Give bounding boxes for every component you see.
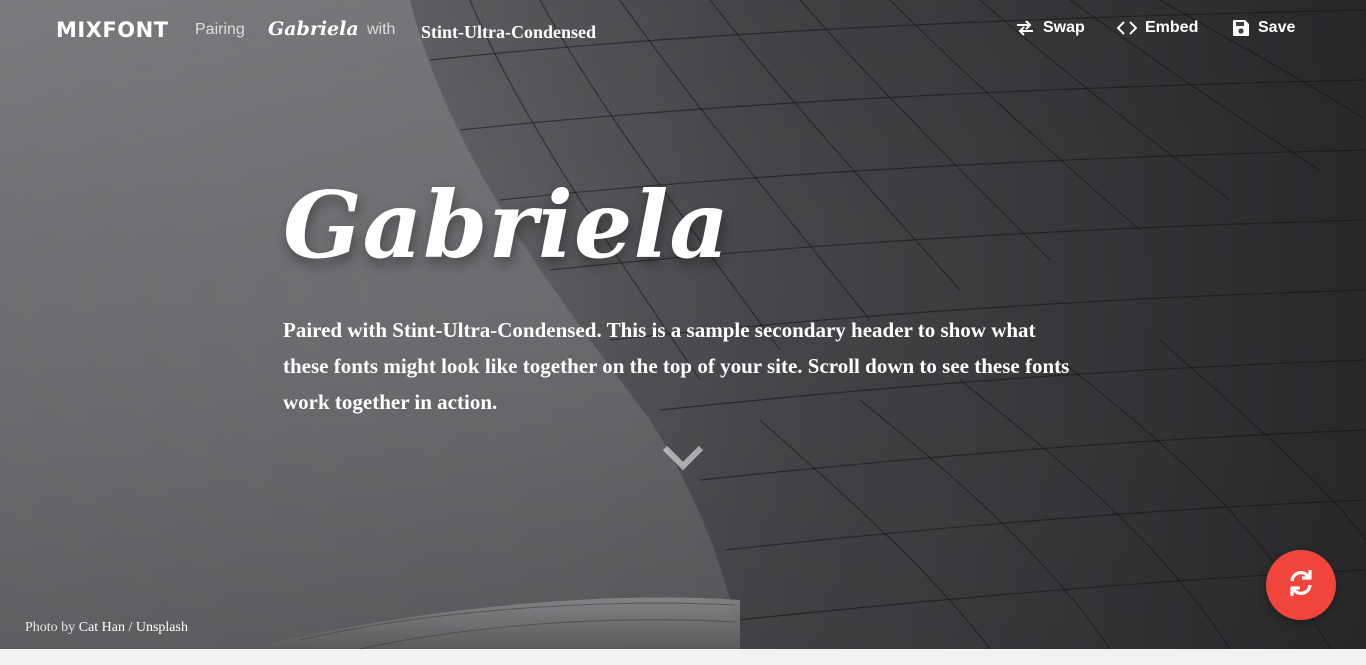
primary-font-selector[interactable]: Gabriela: [268, 18, 359, 40]
save-label: Save: [1258, 19, 1296, 36]
refresh-icon: [1284, 566, 1318, 605]
with-label: with: [367, 21, 396, 38]
swap-label: Swap: [1043, 19, 1085, 36]
top-navigation: MIXFONT Pairing Gabriela with Stint-Ultr…: [0, 0, 1366, 62]
photo-credit: Photo by Cat Han / Unsplash: [25, 620, 188, 636]
credit-separator: /: [128, 620, 133, 635]
code-brackets-icon: [1117, 20, 1137, 36]
brand-logo[interactable]: MIXFONT: [56, 18, 169, 42]
refresh-pairing-button[interactable]: [1266, 550, 1336, 620]
pairing-label: Pairing: [195, 21, 245, 38]
credit-prefix: Photo by: [25, 620, 76, 635]
chevron-down-icon[interactable]: [662, 444, 704, 477]
swap-arrows-icon: [1015, 19, 1035, 37]
hero-headline: Gabriela: [283, 171, 731, 279]
credit-source-link[interactable]: Unsplash: [136, 620, 188, 635]
credit-author-link[interactable]: Cat Han: [79, 620, 125, 635]
secondary-font-selector[interactable]: Stint-Ultra-Condensed: [421, 22, 596, 43]
swap-button[interactable]: Swap: [1015, 19, 1085, 37]
embed-label: Embed: [1145, 19, 1199, 36]
save-button[interactable]: Save: [1232, 19, 1295, 37]
floppy-disk-icon: [1232, 19, 1250, 37]
hero-subhead: Paired with Stint-Ultra-Condensed. This …: [283, 318, 1070, 414]
embed-button[interactable]: Embed: [1117, 19, 1198, 37]
